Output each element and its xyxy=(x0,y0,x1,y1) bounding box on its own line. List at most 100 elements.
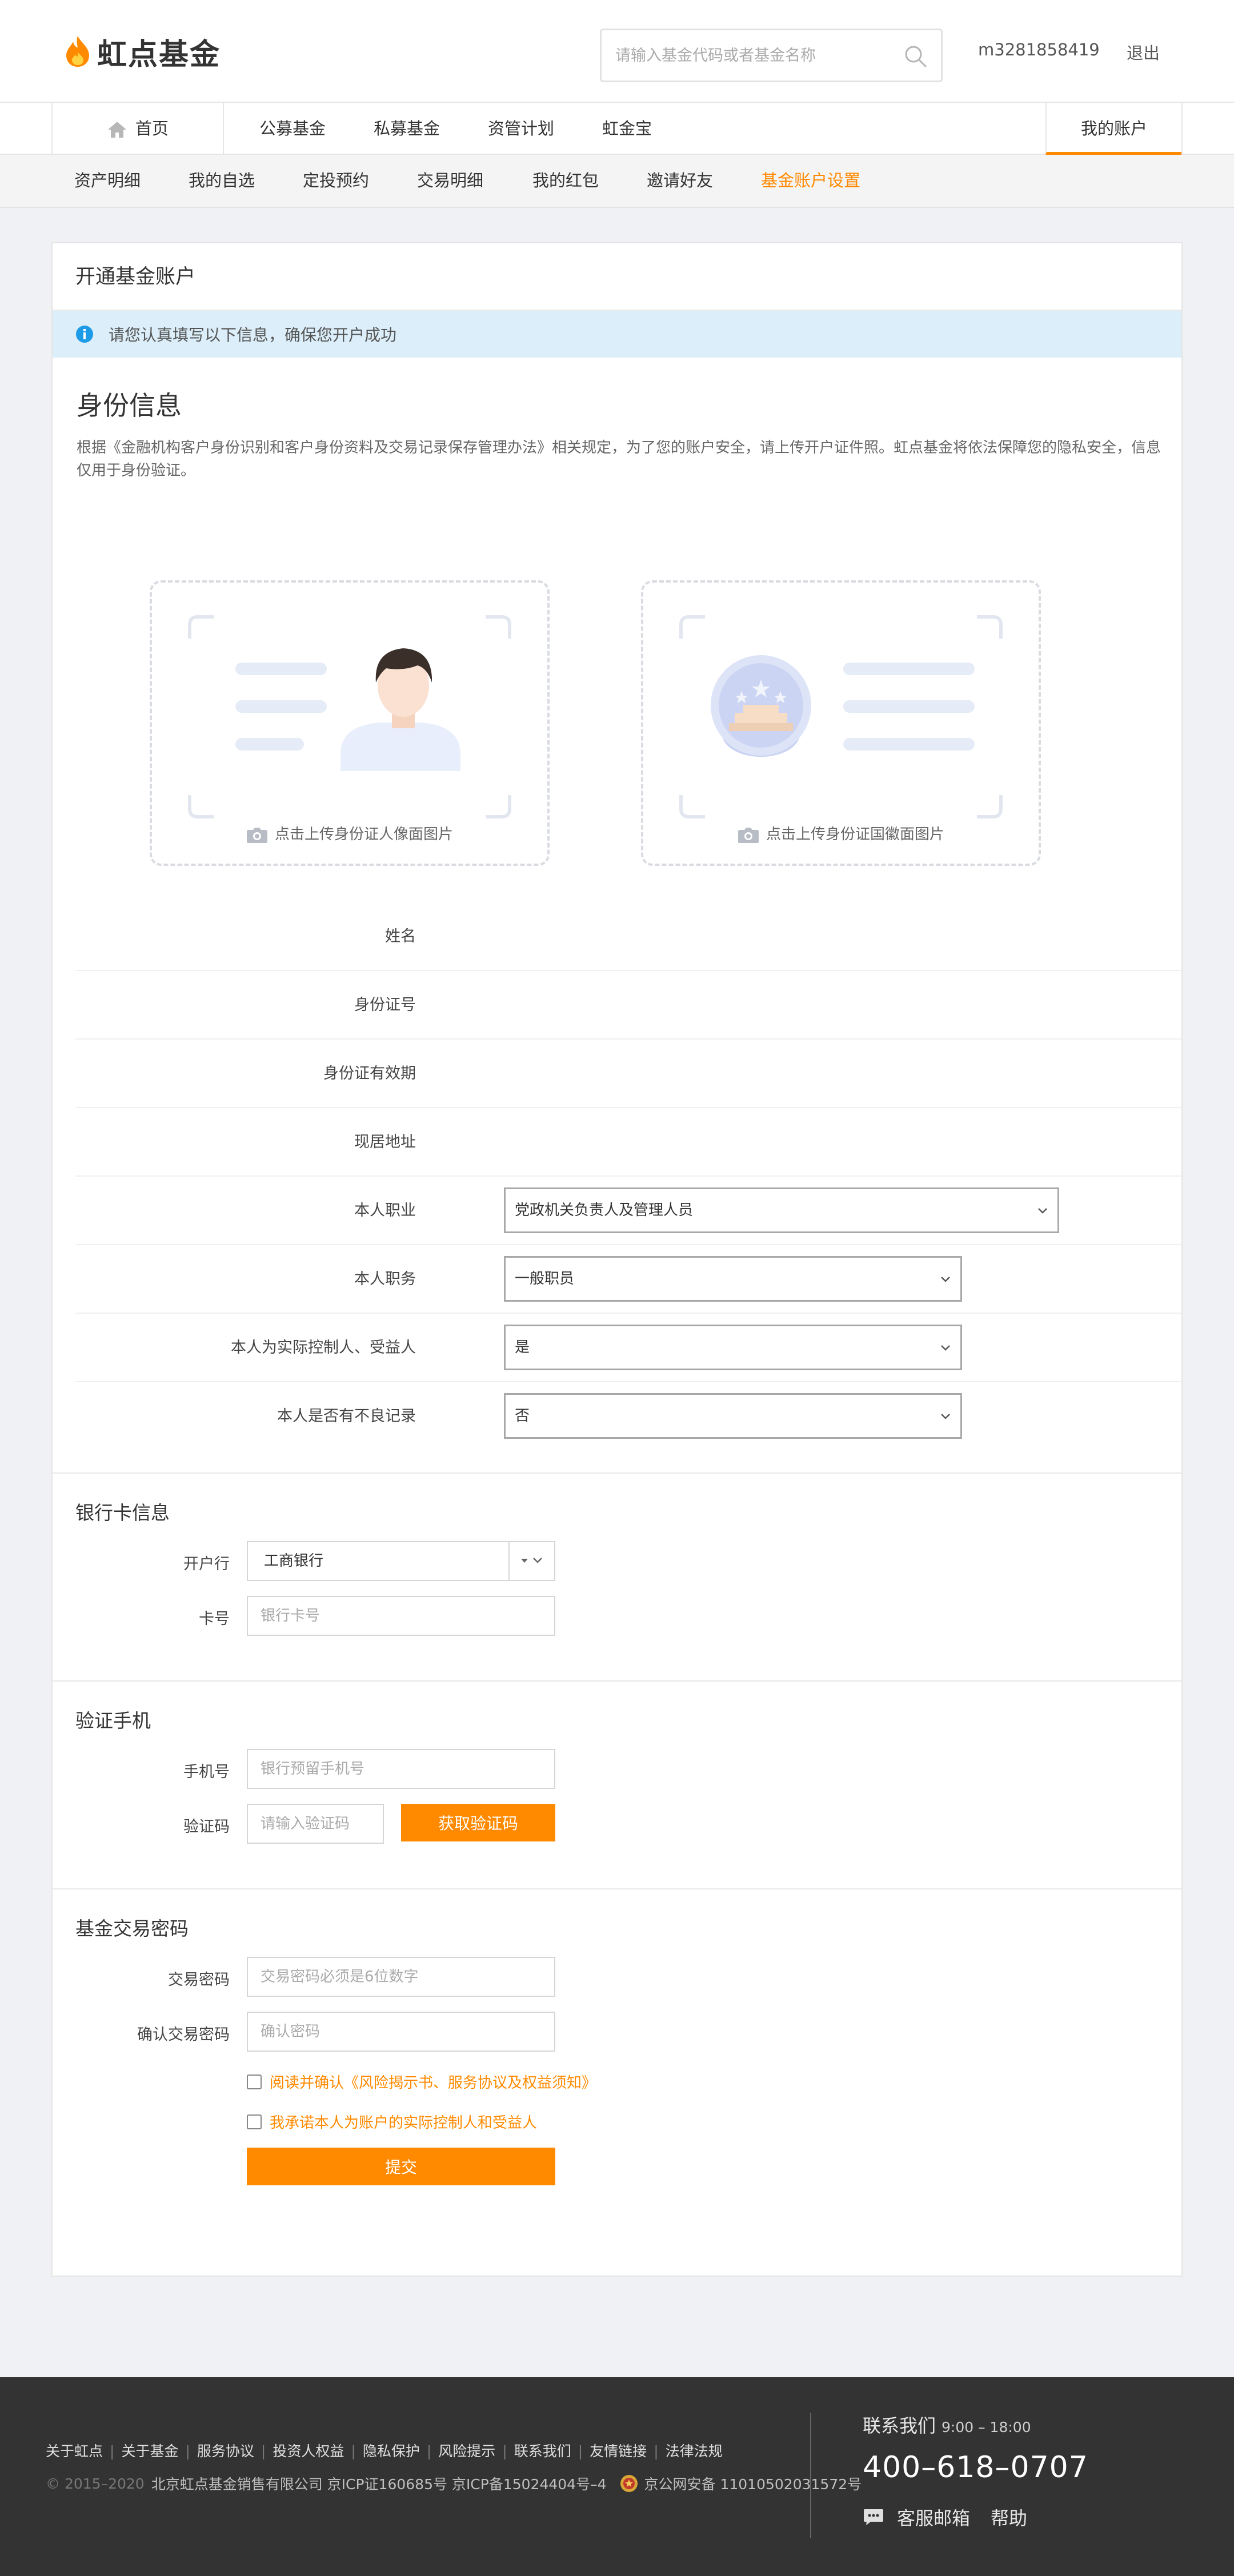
sub-nav: 资产明细 我的自选 定投预约 交易明细 我的红包 邀请好友 基金账户设置 xyxy=(0,155,1234,208)
main-nav: 首页 公募基金 私募基金 资管计划 虹金宝 我的账户 xyxy=(0,102,1234,155)
police-record[interactable]: 京公网安备 11010502031572号 xyxy=(644,2473,862,2494)
footer-separator: | xyxy=(502,2443,507,2459)
upload-id-back[interactable]: 点击上传身份证国徽面图片 xyxy=(641,580,1041,866)
bank-label: 开户行 xyxy=(183,1555,230,1573)
agree-controller-text[interactable]: 我承诺本人为账户的实际控制人和受益人 xyxy=(270,2111,537,2132)
subnav-asset-details[interactable]: 资产明细 xyxy=(74,155,141,207)
site-logo[interactable]: 虹点基金 xyxy=(64,34,221,72)
code-input[interactable] xyxy=(247,1804,384,1844)
logout-link[interactable]: 退出 xyxy=(1127,40,1160,64)
confirm-password-label: 确认交易密码 xyxy=(137,2026,230,2044)
form-row-occupation: 本人职业 党政机关负责人及管理人员 xyxy=(75,1177,1181,1245)
agree-controller-checkbox[interactable]: 我承诺本人为账户的实际控制人和受益人 xyxy=(247,2111,537,2132)
id-card-portrait-illustration xyxy=(188,615,511,818)
bank-section: 银行卡信息 开户行 工商银行 卡号 xyxy=(53,1472,1181,1680)
footer-separator: | xyxy=(426,2443,432,2459)
footer-link-privacy[interactable]: 隐私保护 xyxy=(363,2443,420,2459)
nav-item-public-funds[interactable]: 公募基金 xyxy=(259,103,326,155)
footer-separator: | xyxy=(654,2443,659,2459)
search-icon[interactable] xyxy=(903,44,927,68)
footer-link-friends[interactable]: 友情链接 xyxy=(590,2443,647,2459)
subnav-my-red-packets[interactable]: 我的红包 xyxy=(532,155,599,207)
position-select[interactable]: 一般职员 xyxy=(506,1258,960,1300)
agree-terms-checkbox[interactable]: 阅读并确认《风险揭示书、服务协议及权益须知》 xyxy=(247,2071,596,2092)
upload-id-front[interactable]: 点击上传身份证人像面图片 xyxy=(150,580,550,866)
camera-icon xyxy=(738,827,759,843)
info-icon xyxy=(76,326,93,343)
footer-link-about-funds[interactable]: 关于基金 xyxy=(121,2443,178,2459)
agree-terms-box[interactable] xyxy=(247,2074,262,2089)
search-input[interactable] xyxy=(615,46,890,65)
upload-front-caption: 点击上传身份证人像面图片 xyxy=(152,822,547,844)
footer-separator: | xyxy=(578,2443,583,2459)
phone-input[interactable] xyxy=(247,1749,555,1789)
occupation-label: 本人职业 xyxy=(354,1202,416,1219)
card-number-label: 卡号 xyxy=(199,1610,230,1628)
service-email-link[interactable]: 客服邮箱 xyxy=(897,2504,970,2530)
password-section: 基金交易密码 交易密码 确认交易密码 阅读并确认《风险揭示书、服务协议及权益须知… xyxy=(53,1888,1181,2277)
notice-text: 请您认真填写以下信息，确保您开户成功 xyxy=(109,326,397,344)
nav-item-my-account[interactable]: 我的账户 xyxy=(1045,103,1181,155)
card-number-input[interactable] xyxy=(247,1596,555,1636)
footer-link-about-hongdian[interactable]: 关于虹点 xyxy=(46,2443,103,2459)
submit-button[interactable]: 提交 xyxy=(247,2148,555,2185)
footer-separator: | xyxy=(110,2443,115,2459)
contact-us-text: 联系我们 xyxy=(863,2415,936,2437)
identity-description: 根据《金融机构客户身份识别和客户身份资料及交易记录保存管理办法》相关规定，为了您… xyxy=(77,439,1161,479)
footer-link-service-agreement[interactable]: 服务协议 xyxy=(197,2443,254,2459)
id-card-emblem-illustration xyxy=(679,615,1003,818)
position-select-wrapper: 一般职员 xyxy=(504,1256,962,1302)
help-link[interactable]: 帮助 xyxy=(991,2504,1027,2530)
footer-link-risk[interactable]: 风险提示 xyxy=(438,2443,495,2459)
identity-section-title: 身份信息 xyxy=(77,390,182,421)
form-row-position: 本人职务 一般职员 xyxy=(75,1245,1181,1314)
subnav-invite-friends[interactable]: 邀请好友 xyxy=(647,155,713,207)
search-box[interactable] xyxy=(600,29,943,82)
subnav-fund-account-settings[interactable]: 基金账户设置 xyxy=(761,155,860,207)
controller-select[interactable]: 是 xyxy=(506,1326,960,1369)
bank-section-title: 银行卡信息 xyxy=(75,1502,170,1524)
nav-item-private-funds[interactable]: 私募基金 xyxy=(374,103,440,155)
footer-link-laws[interactable]: 法律法规 xyxy=(666,2443,723,2459)
occupation-select[interactable]: 党政机关负责人及管理人员 xyxy=(506,1189,1057,1231)
bank-select[interactable]: 工商银行 xyxy=(248,1542,554,1580)
card-title: 开通基金账户 xyxy=(53,243,1181,311)
form-row-name: 姓名 xyxy=(75,902,1181,971)
copyright-years: © 2015–2020 xyxy=(46,2475,145,2492)
footer-link-investor-rights[interactable]: 投资人权益 xyxy=(273,2443,344,2459)
password-section-title: 基金交易密码 xyxy=(75,1917,189,1940)
chat-icon xyxy=(864,2509,883,2525)
password-input[interactable] xyxy=(247,1957,555,1997)
confirm-password-input[interactable] xyxy=(247,2012,555,2052)
camera-icon xyxy=(246,827,267,843)
name-label: 姓名 xyxy=(385,928,416,945)
open-account-card: 开通基金账户 请您认真填写以下信息，确保您开户成功 身份信息 根据《金融机构客户… xyxy=(51,242,1183,2277)
subnav-my-watchlist[interactable]: 我的自选 xyxy=(189,155,255,207)
bad-record-select[interactable]: 否 xyxy=(506,1395,960,1437)
footer-separator: | xyxy=(261,2443,266,2459)
nav-item-home[interactable]: 首页 xyxy=(53,103,224,155)
form-row-controller: 本人为实际控制人、受益人 是 xyxy=(75,1314,1181,1382)
upload-back-caption: 点击上传身份证国徽面图片 xyxy=(643,822,1039,844)
agree-controller-box[interactable] xyxy=(247,2114,262,2129)
username-link[interactable]: m3281858419 xyxy=(978,40,1100,59)
company-info: 北京虹点基金销售有限公司 京ICP证160685号 京ICP备15024404号… xyxy=(151,2476,607,2493)
contact-links: 客服邮箱 帮助 xyxy=(863,2504,1027,2530)
subnav-scheduled-investment[interactable]: 定投预约 xyxy=(303,155,369,207)
nav-home-label: 首页 xyxy=(135,119,169,138)
police-badge-icon xyxy=(620,2475,638,2492)
code-label: 验证码 xyxy=(183,1818,230,1836)
subnav-trade-details[interactable]: 交易明细 xyxy=(417,155,483,207)
phone-verify-section: 验证手机 手机号 验证码 获取验证码 xyxy=(53,1680,1181,1888)
nav-item-hongjinbao[interactable]: 虹金宝 xyxy=(602,103,652,155)
footer-copyright: © 2015–2020 北京虹点基金销售有限公司 京ICP证160685号 京I… xyxy=(46,2473,862,2494)
bad-record-select-wrapper: 否 xyxy=(504,1393,962,1439)
footer-link-contact[interactable]: 联系我们 xyxy=(514,2443,571,2459)
nav-item-asset-plans[interactable]: 资管计划 xyxy=(488,103,554,155)
upload-back-label: 点击上传身份证国徽面图片 xyxy=(766,826,944,843)
id-number-label: 身份证号 xyxy=(354,996,416,1014)
agree-terms-text[interactable]: 阅读并确认《风险揭示书、服务协议及权益须知》 xyxy=(270,2071,596,2092)
footer-separator: | xyxy=(185,2443,190,2459)
position-label: 本人职务 xyxy=(354,1270,416,1288)
get-code-button[interactable]: 获取验证码 xyxy=(401,1804,555,1841)
